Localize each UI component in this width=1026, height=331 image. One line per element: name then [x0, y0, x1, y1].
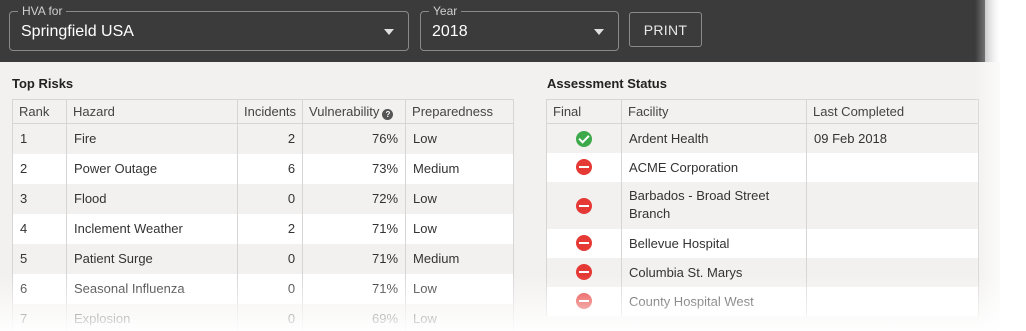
cell-rank: 4 [12, 213, 67, 244]
dropdown-arrow-icon [384, 29, 394, 35]
cell-hazard: Fire [66, 123, 238, 154]
cell-vulnerability: 71% [302, 243, 407, 274]
dashboard-content: Top Risks Rank Hazard Incidents Vulnerab… [0, 62, 1000, 331]
column-header-hazard[interactable]: Hazard [66, 99, 238, 124]
table-row[interactable]: 6 Seasonal Influenza 0 71% Low [12, 273, 514, 304]
cell-vulnerability: 72% [302, 183, 407, 214]
cell-rank: 3 [12, 183, 67, 214]
cell-last-completed [806, 181, 979, 229]
table-row[interactable]: ACME Corporation [546, 152, 979, 182]
assessment-status-table: Final Facility Last Completed Ardent Hea… [546, 99, 979, 316]
hva-select-value: Springfield USA [21, 23, 134, 40]
cell-vulnerability: 71% [302, 213, 407, 244]
cell-preparedness: Low [405, 213, 514, 244]
column-header-preparedness[interactable]: Preparedness [405, 99, 514, 124]
cell-hazard: Explosion [66, 303, 238, 331]
year-select-value: 2018 [432, 23, 468, 40]
cell-facility: Ardent Health [621, 123, 807, 153]
table-row[interactable]: 2 Power Outage 6 73% Medium [12, 153, 514, 184]
top-risks-table: Rank Hazard Incidents Vulnerability? Pre… [12, 99, 514, 331]
cell-preparedness: Medium [405, 243, 514, 274]
table-row[interactable]: Bellevue Hospital [546, 228, 979, 258]
cell-rank: 2 [12, 153, 67, 184]
cell-incidents: 0 [236, 183, 304, 214]
no-entry-icon [576, 293, 592, 310]
cell-rank: 5 [12, 243, 67, 274]
cell-preparedness: Low [405, 273, 514, 304]
hva-select[interactable]: HVA for Springfield USA [9, 4, 409, 51]
cell-rank: 6 [12, 273, 67, 304]
column-header-rank[interactable]: Rank [12, 99, 67, 124]
cell-final [546, 181, 622, 229]
column-header-incidents[interactable]: Incidents [236, 99, 304, 124]
cell-preparedness: Low [405, 303, 514, 331]
cell-vulnerability: 76% [302, 123, 407, 154]
cell-last-completed [806, 152, 979, 182]
column-header-vulnerability-label: Vulnerability [309, 103, 380, 119]
cell-incidents: 2 [236, 123, 304, 154]
table-row[interactable]: Barbados - Broad Street Branch [546, 181, 979, 229]
table-row[interactable]: Ardent Health 09 Feb 2018 [546, 123, 979, 153]
print-button[interactable]: PRINT [629, 12, 702, 47]
cell-incidents: 2 [236, 213, 304, 244]
table-row[interactable]: 4 Inclement Weather 2 71% Low [12, 213, 514, 244]
top-risks-title: Top Risks [12, 76, 74, 91]
cell-incidents: 6 [236, 153, 304, 184]
cell-vulnerability: 73% [302, 153, 407, 184]
no-entry-icon [576, 235, 592, 252]
cell-preparedness: Low [405, 183, 514, 214]
year-select-label: Year [429, 4, 462, 18]
cell-final [546, 228, 622, 258]
cell-incidents: 0 [236, 273, 304, 304]
table-row[interactable]: 5 Patient Surge 0 71% Medium [12, 243, 514, 274]
cell-rank: 7 [12, 303, 67, 331]
cell-facility: Bellevue Hospital [621, 228, 807, 258]
header-fade [960, 0, 1000, 62]
cell-hazard: Flood [66, 183, 238, 214]
cell-last-completed [806, 286, 979, 316]
assessment-status-title: Assessment Status [547, 76, 667, 91]
column-header-facility[interactable]: Facility [621, 99, 807, 124]
cell-facility: County Hospital West [621, 286, 807, 316]
table-row[interactable]: 7 Explosion 0 69% Low [12, 303, 514, 331]
column-header-vulnerability[interactable]: Vulnerability? [302, 99, 407, 124]
cell-preparedness: Medium [405, 153, 514, 184]
cell-facility: ACME Corporation [621, 152, 807, 182]
no-entry-icon [576, 159, 592, 176]
dropdown-arrow-icon [594, 29, 604, 35]
column-header-final[interactable]: Final [546, 99, 622, 124]
cell-hazard: Inclement Weather [66, 213, 238, 244]
no-entry-icon [576, 264, 592, 281]
cell-last-completed [806, 228, 979, 258]
hva-select-label: HVA for [18, 4, 67, 18]
cell-final [546, 123, 622, 153]
cell-hazard: Patient Surge [66, 243, 238, 274]
table-row[interactable]: 3 Flood 0 72% Low [12, 183, 514, 214]
cell-final [546, 257, 622, 287]
table-row[interactable]: Columbia St. Marys [546, 257, 979, 287]
cell-final [546, 152, 622, 182]
cell-facility: Barbados - Broad Street Branch [621, 181, 807, 229]
cell-vulnerability: 69% [302, 303, 407, 331]
cell-facility: Columbia St. Marys [621, 257, 807, 287]
cell-hazard: Power Outage [66, 153, 238, 184]
cell-incidents: 0 [236, 303, 304, 331]
cell-preparedness: Low [405, 123, 514, 154]
cell-incidents: 0 [236, 243, 304, 274]
no-entry-icon [576, 197, 592, 214]
check-circle-icon [576, 130, 592, 147]
cell-vulnerability: 71% [302, 273, 407, 304]
cell-hazard: Seasonal Influenza [66, 273, 238, 304]
cell-rank: 1 [12, 123, 67, 154]
year-select[interactable]: Year 2018 [420, 4, 619, 51]
help-icon[interactable]: ? [382, 108, 394, 120]
table-row[interactable]: 1 Fire 2 76% Low [12, 123, 514, 154]
cell-last-completed: 09 Feb 2018 [806, 123, 979, 153]
column-header-last-completed[interactable]: Last Completed [806, 99, 979, 124]
cell-final [546, 286, 622, 316]
table-row[interactable]: County Hospital West [546, 286, 979, 316]
cell-last-completed [806, 257, 979, 287]
